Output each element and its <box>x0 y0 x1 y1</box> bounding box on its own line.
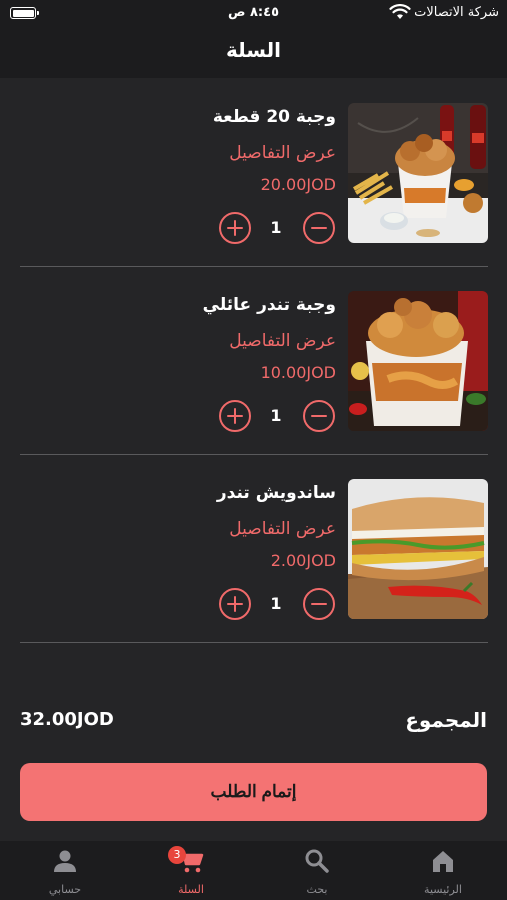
decrease-quantity-button[interactable] <box>303 212 335 244</box>
decrease-quantity-button[interactable] <box>303 588 335 620</box>
top-bar: ٨:٤٥ ص شركة الاتصالات السلة <box>0 0 507 78</box>
decrease-quantity-button[interactable] <box>303 400 335 432</box>
cart-item: ساندويش تندر عرض التفاصيل 2.00JOD 1 <box>20 479 488 620</box>
person-icon <box>54 850 76 872</box>
item-image[interactable] <box>348 103 488 243</box>
item-name: ساندويش تندر <box>216 483 336 503</box>
divider <box>20 266 488 267</box>
view-details-link[interactable]: عرض التفاصيل <box>229 143 336 163</box>
tab-label: حسابي <box>48 883 82 896</box>
tab-label: بحث <box>306 883 328 896</box>
item-name: وجبة 20 قطعة <box>212 107 336 127</box>
item-image[interactable] <box>348 479 488 619</box>
tab-home[interactable]: الرئيسية <box>388 841 498 900</box>
divider <box>20 642 488 643</box>
view-details-link[interactable]: عرض التفاصيل <box>229 331 336 351</box>
item-price: 20.00JOD <box>260 175 336 194</box>
tab-bar: الرئيسية بحث 3 السلة حسابي <box>0 841 507 900</box>
home-icon <box>433 851 453 872</box>
carrier-name: شركة الاتصالات <box>414 5 499 20</box>
increase-quantity-button[interactable] <box>219 212 251 244</box>
item-quantity: 1 <box>270 594 282 613</box>
total-label: المجموع <box>405 708 487 732</box>
wifi-icon <box>389 4 411 19</box>
item-quantity: 1 <box>270 406 282 425</box>
cart-item: وجبة تندر عائلي عرض التفاصيل 10.00JOD 1 <box>20 291 488 432</box>
item-quantity: 1 <box>270 218 282 237</box>
item-price: 2.00JOD <box>270 551 336 570</box>
status-bar: ٨:٤٥ ص شركة الاتصالات <box>0 0 507 28</box>
tab-account[interactable]: حسابي <box>10 841 120 900</box>
cart-item: وجبة 20 قطعة عرض التفاصيل 20.00JOD 1 <box>20 103 488 244</box>
item-name: وجبة تندر عائلي <box>202 295 336 315</box>
view-details-link[interactable]: عرض التفاصيل <box>229 519 336 539</box>
tab-label: السلة <box>178 883 204 896</box>
cart-badge: 3 <box>168 846 186 864</box>
increase-quantity-button[interactable] <box>219 588 251 620</box>
tab-search[interactable]: بحث <box>262 841 372 900</box>
tab-cart[interactable]: 3 السلة <box>136 841 246 900</box>
increase-quantity-button[interactable] <box>219 400 251 432</box>
page-title: السلة <box>225 38 281 62</box>
tab-label: الرئيسية <box>424 883 462 896</box>
divider <box>20 454 488 455</box>
checkout-button[interactable]: إتمام الطلب <box>20 763 487 821</box>
item-price: 10.00JOD <box>260 363 336 382</box>
item-image[interactable] <box>348 291 488 431</box>
total-value: 32.00JOD <box>20 709 114 730</box>
search-icon <box>305 849 329 873</box>
